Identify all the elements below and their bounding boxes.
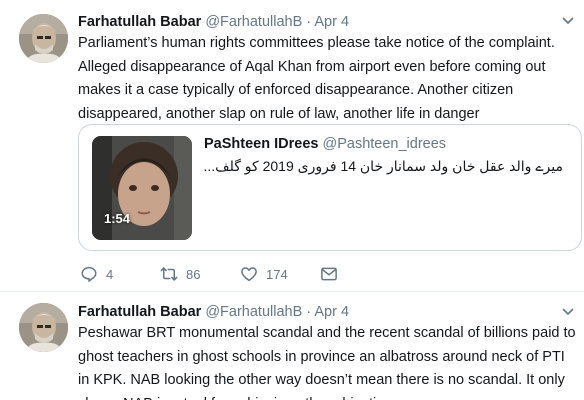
author-handle[interactable]: @FarhatullahB bbox=[205, 304, 302, 320]
author-name[interactable]: Farhatullah Babar bbox=[78, 14, 201, 30]
reply-count: 4 bbox=[106, 266, 114, 282]
like-button[interactable]: 174 bbox=[240, 264, 288, 284]
avatar-image bbox=[19, 303, 68, 352]
quoted-text: میرے والد عقل خان ولد سمانار خان 14 فرور… bbox=[203, 158, 563, 174]
quoted-author-name: PaShteen IDrees bbox=[204, 136, 319, 152]
separator: · bbox=[306, 304, 312, 320]
avatar[interactable] bbox=[19, 14, 68, 63]
tweet-date[interactable]: Apr 4 bbox=[314, 14, 349, 30]
avatar-image bbox=[19, 14, 68, 63]
quoted-tweet[interactable]: 1:54 PaShteen IDrees @Pashteen_idrees می… bbox=[78, 124, 582, 251]
retweet-count: 86 bbox=[186, 266, 201, 282]
tweet-date[interactable]: Apr 4 bbox=[314, 304, 349, 320]
retweet-button[interactable]: 86 bbox=[160, 264, 200, 284]
tweet[interactable]: Farhatullah Babar @FarhatullahB · Apr 4 … bbox=[0, 293, 584, 400]
direct-message-icon bbox=[321, 267, 337, 281]
retweet-icon bbox=[160, 267, 178, 281]
like-count: 174 bbox=[266, 266, 288, 282]
video-thumbnail[interactable]: 1:54 bbox=[92, 136, 192, 240]
tweet-header: Farhatullah Babar @FarhatullahB · Apr 4 bbox=[78, 13, 349, 31]
chevron-down-icon[interactable] bbox=[562, 306, 574, 318]
reply-button[interactable]: 4 bbox=[80, 264, 113, 284]
tweet[interactable]: Farhatullah Babar @FarhatullahB · Apr 4 … bbox=[0, 0, 584, 292]
reply-icon bbox=[81, 266, 97, 282]
video-duration: 1:54 bbox=[104, 211, 131, 226]
quoted-header: PaShteen IDrees @Pashteen_idrees bbox=[204, 136, 446, 152]
tweet-actions: 4 86 174 bbox=[78, 264, 378, 284]
tweet-text: Peshawar BRT monumental scandal and the … bbox=[78, 325, 576, 400]
tweet-header: Farhatullah Babar @FarhatullahB · Apr 4 bbox=[78, 303, 349, 321]
like-icon bbox=[241, 267, 257, 282]
chevron-down-icon[interactable] bbox=[562, 15, 574, 27]
direct-message-button[interactable] bbox=[320, 264, 338, 284]
author-name[interactable]: Farhatullah Babar bbox=[78, 304, 201, 320]
avatar[interactable] bbox=[19, 303, 68, 352]
quoted-author-handle: @Pashteen_idrees bbox=[322, 136, 447, 152]
separator: · bbox=[306, 14, 312, 30]
author-handle[interactable]: @FarhatullahB bbox=[205, 14, 302, 30]
tweet-text: Parliament’s human rights committees ple… bbox=[78, 35, 555, 122]
